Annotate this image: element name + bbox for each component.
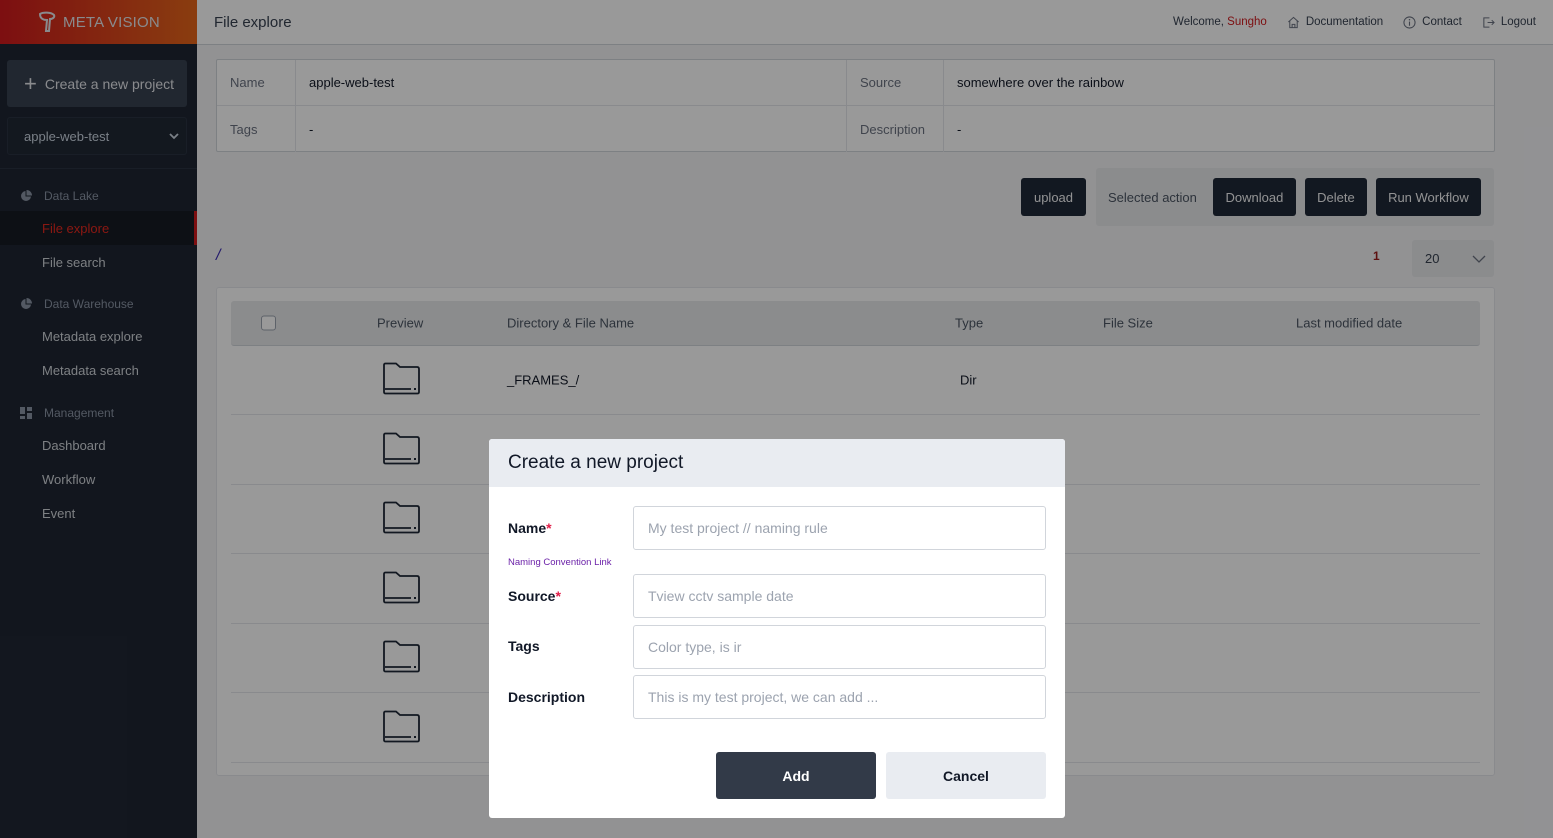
required-marker: * <box>555 588 561 604</box>
description-field-label: Description <box>508 689 586 705</box>
source-label-text: Source <box>508 588 556 604</box>
add-button[interactable]: Add <box>716 752 876 799</box>
tags-input[interactable] <box>633 625 1046 669</box>
name-field-label: Name* <box>508 520 552 536</box>
modal-title: Create a new project <box>489 439 1065 487</box>
cancel-button[interactable]: Cancel <box>886 752 1046 799</box>
name-input[interactable] <box>633 506 1046 550</box>
description-input[interactable] <box>633 675 1046 719</box>
name-label-text: Name <box>508 520 547 536</box>
create-project-modal: Create a new project Name* Naming Conven… <box>489 439 1065 818</box>
source-field-label: Source* <box>508 588 561 604</box>
naming-convention-link[interactable]: Naming Convention Link <box>508 557 612 568</box>
required-marker: * <box>546 520 552 536</box>
tags-field-label: Tags <box>508 638 540 654</box>
source-input[interactable] <box>633 574 1046 618</box>
